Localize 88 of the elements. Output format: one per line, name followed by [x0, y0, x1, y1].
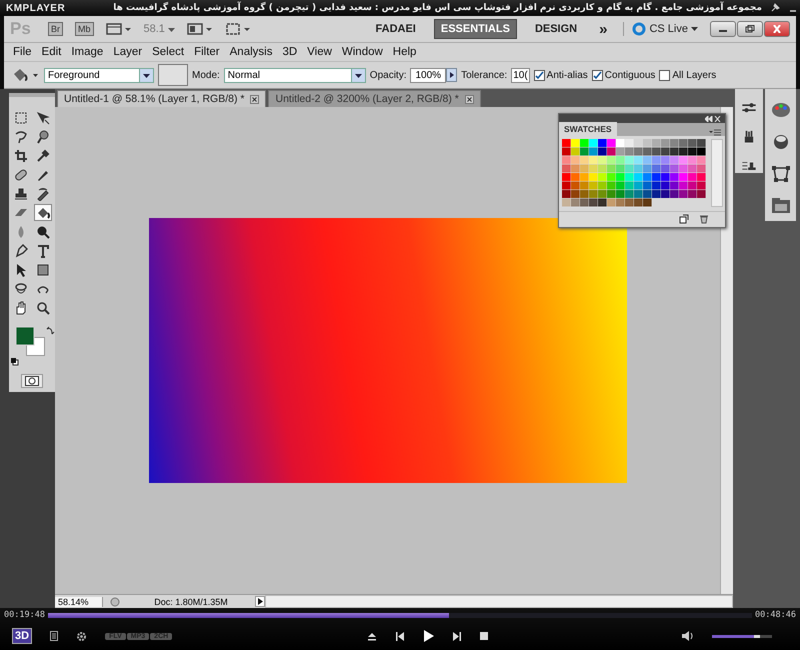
crop-icon[interactable] [12, 147, 30, 164]
seek-bar[interactable] [48, 612, 752, 618]
player-logo: KMPLAYER [6, 2, 66, 14]
tolerance-field[interactable]: 10( [511, 68, 530, 82]
close-button[interactable] [764, 21, 790, 37]
fill-source-dropdown[interactable]: Foreground [44, 68, 154, 82]
collapse-panel-icon[interactable] [705, 116, 721, 122]
trash-icon[interactable] [699, 214, 709, 224]
minimize-button[interactable] [710, 21, 736, 37]
caret-icon [691, 27, 698, 31]
workspace-button[interactable]: ESSENTIALS [434, 19, 517, 39]
caret-icon [168, 28, 175, 32]
eject-icon[interactable] [366, 632, 377, 640]
option-checkbox[interactable]: All Layers [659, 70, 716, 80]
settings-icon[interactable] [76, 630, 88, 642]
opacity-field[interactable]: 100% [410, 68, 446, 82]
default-colors-icon[interactable] [10, 357, 19, 366]
cs-live-icon [632, 22, 646, 36]
mode-label: Mode: [192, 70, 220, 80]
checkmark-icon [592, 70, 602, 80]
path-nodes-icon[interactable] [770, 165, 790, 183]
menu-item[interactable]: Help [388, 46, 422, 58]
bridge-button[interactable]: Br [48, 22, 63, 36]
pin-icon[interactable] [770, 3, 780, 13]
status-menu-arrow[interactable] [255, 596, 265, 607]
menu-item[interactable]: Filter [189, 46, 225, 58]
menu-item[interactable]: View [302, 46, 337, 58]
opacity-label: Opacity: [370, 70, 406, 80]
color-swatches-drawing[interactable] [15, 326, 45, 356]
checkmark-icon [534, 70, 544, 80]
tolerance-label: Tolerance: [461, 70, 508, 80]
workspace-button[interactable]: DESIGN [528, 20, 584, 38]
menu-item[interactable]: Window [336, 46, 388, 58]
menu-item[interactable]: 3D [277, 46, 302, 58]
menu-item[interactable]: Image [66, 46, 108, 58]
opacity-slider-button[interactable] [446, 68, 458, 82]
playlist-icon[interactable] [50, 631, 58, 641]
screen-mode-icon[interactable] [224, 22, 251, 36]
palette-icon[interactable] [770, 101, 790, 119]
mini-bridge-icon[interactable] [770, 197, 790, 215]
stop-icon[interactable] [480, 632, 488, 640]
sliders-icon[interactable] [740, 101, 758, 114]
panel-menu-icon[interactable] [709, 129, 721, 136]
cs-live-button[interactable]: CS Live [623, 22, 698, 36]
volume-slider[interactable] [712, 634, 772, 638]
view-extras-icon[interactable] [106, 22, 132, 36]
document-tab[interactable]: Untitled-2 @ 3200% (Layer 2, RGB/8) * [268, 90, 481, 107]
restore-icon [745, 25, 755, 33]
panel-scrollbar[interactable] [711, 139, 723, 207]
elapsed-time: 00:19:48 [4, 610, 45, 620]
zoom-icon[interactable] [34, 299, 52, 316]
swap-colors-icon[interactable] [46, 326, 55, 335]
more-workspaces-button[interactable]: » [595, 20, 612, 38]
quick-mask-button[interactable] [21, 374, 43, 388]
close-tab-icon[interactable] [250, 94, 260, 104]
previous-icon[interactable] [394, 632, 405, 640]
zoom-field[interactable]: 58.14% [55, 596, 103, 606]
close-icon [772, 25, 782, 33]
option-checkbox[interactable]: Contiguous [592, 70, 656, 80]
clone-source-icon[interactable] [740, 160, 758, 173]
menu-item[interactable]: Edit [36, 46, 66, 58]
menu-item[interactable]: File [8, 46, 37, 58]
document-size-text: Doc: 1.80M/1.35M [153, 596, 229, 606]
next-icon[interactable] [452, 632, 462, 640]
document-tab[interactable]: Untitled-1 @ 58.1% (Layer 1, RGB/8) * [57, 90, 266, 107]
mini-bridge-button[interactable]: Mb [75, 22, 94, 36]
3d-mode-button[interactable]: 3D [12, 628, 32, 644]
arrange-documents-icon[interactable] [186, 22, 213, 36]
move-icon[interactable] [34, 109, 52, 126]
play-icon[interactable] [422, 630, 434, 642]
pattern-picker[interactable] [158, 64, 188, 86]
close-tab-icon[interactable] [464, 94, 474, 104]
swatch-grid-drawing[interactable] [562, 139, 707, 207]
volume-icon[interactable] [682, 631, 694, 641]
paint-bucket-icon[interactable] [34, 204, 52, 221]
option-checkbox[interactable]: Anti-alias [534, 70, 588, 80]
window-title: مجموعه آموزشی جامع . گام به گام و کاربردی نرم افزار فتوشاپ سی اس فایو مدرس : سعید فدایی ( تیچرمن ) گروه آموزشی پادشاه گرافیست ها [112, 3, 762, 13]
workspace-button[interactable]: FADAEI [370, 20, 422, 38]
restore-button[interactable] [737, 21, 763, 37]
menu-item[interactable]: Analysis [224, 46, 278, 58]
mode-dropdown[interactable]: Normal [224, 68, 366, 82]
panel-tab[interactable]: SWATCHES [559, 122, 617, 136]
status-icon[interactable] [109, 596, 121, 606]
menu-item[interactable]: Layer [108, 46, 148, 58]
new-swatch-icon[interactable] [679, 214, 689, 224]
horizontal-scrollbar[interactable] [265, 595, 733, 608]
menu-item[interactable]: Select [147, 46, 190, 58]
total-time: 00:48:46 [755, 610, 796, 620]
